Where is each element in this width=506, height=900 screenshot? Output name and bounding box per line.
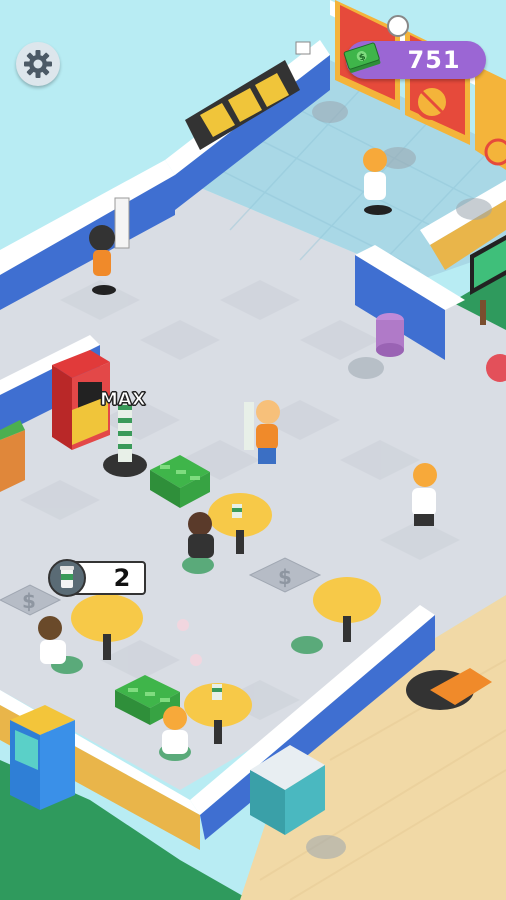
trash-bin [376,313,404,357]
svg-text:$: $ [278,565,292,589]
gear-icon [24,50,52,78]
arcade-machine [10,705,75,810]
order-badge [48,559,86,597]
cash-stack-icon: $ [343,42,381,73]
order-bubble: 2 [48,559,148,597]
customer-seated-1 [188,512,214,558]
max-label: MAX [100,389,147,411]
office-cafe-scene: $ $ [0,0,506,900]
settings-button[interactable] [16,42,60,86]
money-counter: $ 751 [343,41,486,79]
order-count: 2 [113,564,131,592]
coffee-cup-icon [60,566,74,588]
game-screen: $ $ $ 751 MAX 2 [0,0,506,900]
svg-text:$: $ [22,589,36,613]
money-value: 751 [407,46,461,74]
worker-right [412,463,437,526]
